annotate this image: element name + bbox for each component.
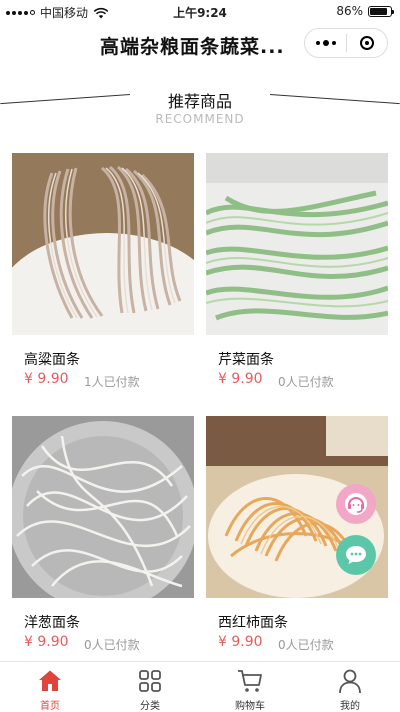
close-button[interactable] [347,29,387,57]
more-dot-icon [331,41,336,45]
user-icon [339,669,361,694]
tab-home[interactable]: 首页 [0,662,100,712]
product-sold-count: 1人已付款 [84,375,140,389]
more-dot-icon [322,40,329,46]
target-icon [359,36,374,50]
product-name[interactable]: 高粱面条 [24,349,80,369]
more-button[interactable] [305,29,346,57]
mini-program-capsule [304,28,388,58]
tab-label: 分类 [140,701,160,712]
product-sold-count: 0人已付款 [278,638,334,652]
product-price: ¥ 9.90 [218,371,263,387]
product-price: ¥ 9.90 [24,371,69,387]
tab-label: 我的 [340,701,360,712]
product-sold-count: 0人已付款 [84,638,140,652]
recommend-header: 推荐商品 RECOMMEND [0,80,400,130]
tab-bar: 首页 分类 购物车 我的 [0,661,400,712]
product-card[interactable]: 高粱面条 ¥ 9.90 1人已付款 [12,153,194,389]
product-card[interactable]: 芹菜面条 ¥ 9.90 0人已付款 [206,153,388,389]
home-icon [39,670,61,691]
chat-bubble-icon [346,546,366,564]
status-right: 86% [336,4,394,18]
tab-category[interactable]: 分类 [100,662,200,712]
product-image[interactable] [206,153,388,335]
chat-button[interactable] [336,535,376,575]
section-subtitle: RECOMMEND [155,112,245,126]
product-image[interactable] [12,153,194,335]
product-image[interactable] [12,416,194,598]
tab-label: 购物车 [235,701,265,712]
status-bar: 中国移动 上午9:24 86% [0,0,400,22]
product-name[interactable]: 洋葱面条 [24,612,80,632]
more-dot-icon [315,41,320,45]
tab-profile[interactable]: 我的 [300,662,400,712]
product-price: ¥ 9.90 [24,634,69,650]
battery-percent: 86% [336,4,363,18]
tab-cart[interactable]: 购物车 [200,662,300,712]
headset-icon [345,493,367,515]
section-title: 推荐商品 [167,92,232,111]
navigation-bar: 高端杂粮面条蔬菜... [0,22,400,66]
tab-label: 首页 [40,701,60,712]
customer-service-button[interactable] [336,484,376,524]
product-card[interactable]: 洋葱面条 ¥ 9.90 0人已付款 [12,416,194,652]
cart-icon [238,670,262,692]
battery-fill [370,7,387,15]
product-name[interactable]: 西红柿面条 [218,612,288,632]
battery-icon [368,5,394,17]
category-icon [139,670,161,692]
product-price: ¥ 9.90 [218,634,263,650]
page-title: 高端杂粮面条蔬菜... [100,36,285,58]
product-name[interactable]: 芹菜面条 [218,349,274,369]
product-sold-count: 0人已付款 [278,375,334,389]
